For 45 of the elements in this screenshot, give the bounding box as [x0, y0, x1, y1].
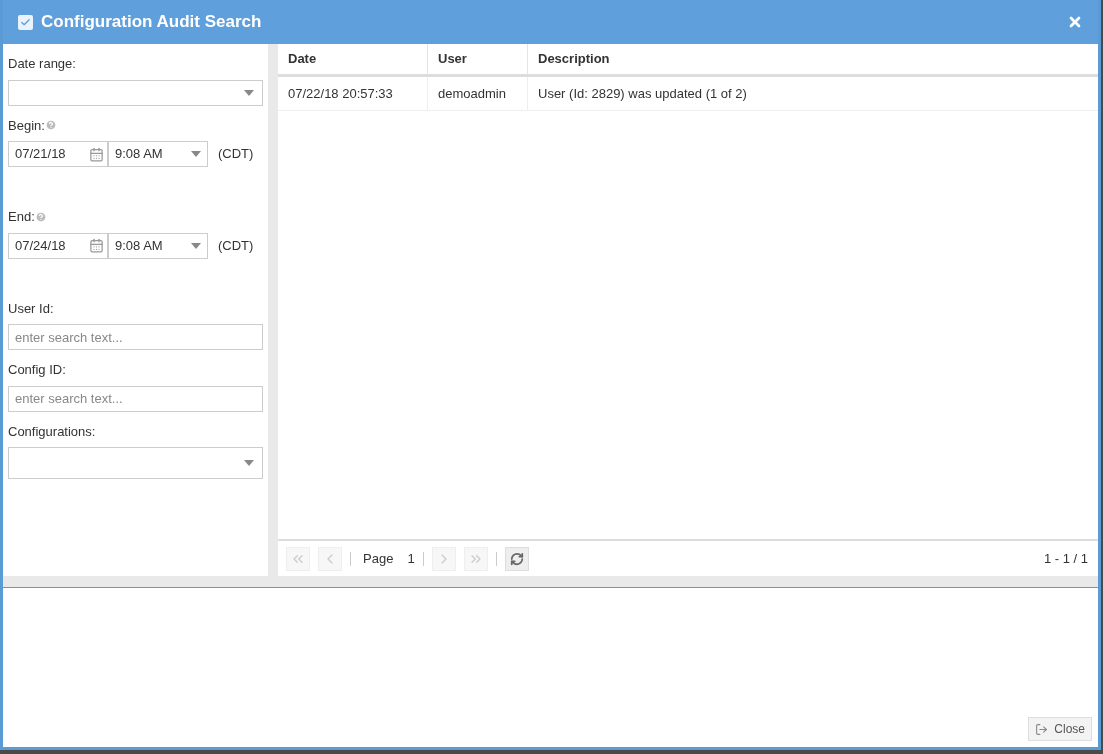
field-label: End: [8, 208, 35, 226]
close-icon[interactable] [1067, 14, 1083, 30]
next-page-button[interactable] [431, 546, 456, 571]
field-label: Begin: [8, 116, 45, 135]
table-cell: demoadmin [428, 77, 528, 110]
refresh-button[interactable] [504, 546, 529, 571]
field-label: Config ID: [8, 361, 66, 379]
close-button[interactable]: Close [1028, 717, 1092, 741]
page-summary: 1 - 1 / 1 [1043, 549, 1088, 568]
exit-icon [1035, 722, 1049, 736]
field-label: Date range: [8, 55, 76, 73]
time-dropdown[interactable]: 9:08 AM [108, 141, 208, 167]
column-header[interactable]: Description [528, 44, 1098, 74]
calendar-icon[interactable] [89, 146, 104, 162]
check-icon [20, 16, 31, 28]
first-page-button[interactable] [286, 546, 310, 571]
field-label: Configurations: [8, 422, 96, 441]
previous-page-button[interactable] [318, 546, 342, 571]
dropdown[interactable] [8, 79, 263, 106]
help-icon[interactable] [34, 210, 47, 223]
date-field[interactable]: 07/21/18 [8, 141, 108, 167]
calendar-icon[interactable] [89, 238, 104, 253]
column-header[interactable]: Date [278, 44, 428, 74]
timezone-label: (CDT) [218, 236, 254, 255]
caret-icon [244, 89, 254, 96]
field-label: User Id: [8, 299, 54, 318]
date-field[interactable]: 07/24/18 [8, 232, 108, 259]
caret-icon [244, 460, 254, 466]
dropdown[interactable] [8, 447, 263, 479]
caret-icon [191, 242, 201, 249]
column-header[interactable]: User [428, 44, 528, 74]
table-cell-text: User (Id: 2829) was updated (1 of 2) [537, 84, 748, 103]
page-label: Page [363, 549, 394, 568]
last-page-button[interactable] [463, 546, 488, 571]
search-field[interactable]: enter search text... [8, 385, 263, 412]
window-title: Configuration Audit Search [41, 11, 262, 34]
search-field[interactable]: enter search text... [8, 324, 263, 350]
time-dropdown[interactable]: 9:08 AM [108, 232, 208, 259]
checkbox[interactable] [18, 14, 33, 30]
help-icon[interactable] [44, 119, 57, 132]
timezone-label: (CDT) [218, 145, 254, 164]
table-cell: 07/22/18 20:57:33 [278, 77, 428, 110]
caret-icon [191, 151, 201, 157]
page-number: 1 [407, 549, 415, 568]
refresh-icon [509, 551, 524, 566]
